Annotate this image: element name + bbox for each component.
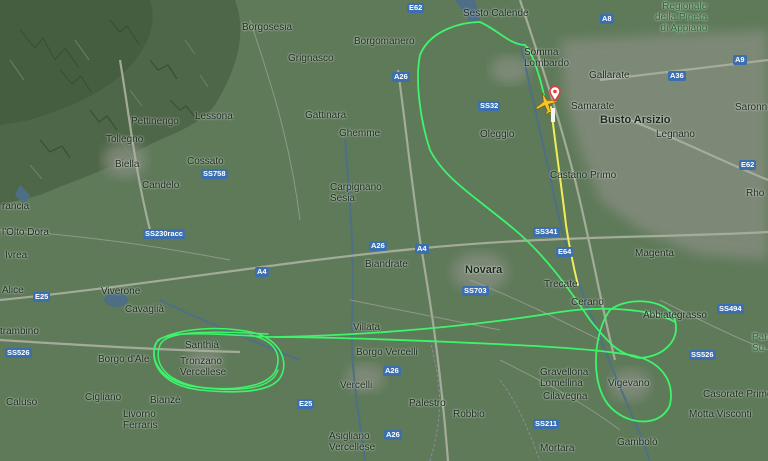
- road-shield-a26-mid: A26: [369, 241, 387, 251]
- place-biella: Biella: [115, 159, 140, 170]
- road-shield-e62-east: E62: [739, 160, 757, 170]
- road-shield-ss526-east: SS526: [689, 350, 716, 360]
- place-candelo: Candelo: [142, 180, 180, 191]
- place-busto-arsizio: Busto Arsizio: [600, 114, 671, 126]
- place-cossato: Cossato: [187, 156, 224, 167]
- road-shield-ss703: SS703: [462, 286, 489, 296]
- place-cilavegna: Cilavegna: [543, 391, 588, 402]
- place-parco-pineta-appiano: Regionale della Pineta di Appiano: [655, 1, 708, 34]
- road-shield-a4-west: A4: [255, 267, 269, 277]
- place-lessona: Lessona: [195, 111, 233, 122]
- place-cigliano: Cigliano: [85, 392, 122, 403]
- place-borgosesia: Borgosesia: [242, 22, 293, 33]
- place-magenta: Magenta: [635, 248, 674, 259]
- place-borgo-vercelli: Borgo Vercelli: [356, 347, 418, 358]
- road-shield-a26-south: A26: [383, 366, 401, 376]
- airport-pin-icon[interactable]: [549, 86, 561, 102]
- place-samarate: Samarate: [571, 101, 615, 112]
- place-caluso: Caluso: [6, 397, 38, 408]
- road-shield-e62: E62: [407, 3, 425, 13]
- flight-track-map[interactable]: Borgosesia Sesto Calende Borgomanero Gri…: [0, 0, 768, 461]
- place-asigliano-vercellese: Asigliano Vercellese: [329, 431, 376, 453]
- road-shield-ss230racc: SS230racc: [143, 229, 185, 239]
- place-grignasco: Grignasco: [288, 53, 334, 64]
- place-biandrate: Biandrate: [365, 259, 408, 270]
- road-shield-ss341: SS341: [533, 227, 560, 237]
- place-motta-visconti: Motta Visconti: [689, 409, 752, 420]
- place-gambolo: Gambolò: [617, 437, 658, 448]
- place-sesto-calende: Sesto Calende: [463, 8, 529, 19]
- road-shield-ss526-west: SS526: [5, 348, 32, 358]
- road-shield-a8: A8: [600, 14, 614, 24]
- place-bianze: Bianzè: [150, 395, 181, 406]
- place-vigevano: Vigevano: [608, 378, 650, 389]
- road-shield-a26-bottom: A26: [384, 430, 402, 440]
- place-dolto-dora: l'Olto Dora: [2, 227, 49, 238]
- place-santhia: Santhià: [185, 340, 219, 351]
- place-castano-primo: Castano Primo: [550, 170, 617, 181]
- place-francia: rancia: [2, 201, 30, 212]
- place-casorate-primo: Casorate Primo: [703, 389, 768, 400]
- place-gallarate: Gallarate: [589, 70, 630, 81]
- place-pettinengo: Pettinengo: [131, 116, 179, 127]
- road-shield-ss211: SS211: [533, 419, 560, 429]
- place-saronno: Saronno: [735, 102, 768, 113]
- place-borgomanero: Borgomanero: [354, 36, 415, 47]
- road-shield-ss758: SS758: [201, 169, 228, 179]
- place-somma-lombardo: Somma Lombardo: [524, 47, 570, 69]
- place-novara: Novara: [465, 264, 503, 276]
- place-trecate: Trecate: [544, 279, 578, 290]
- place-cavaglia: Cavaglià: [125, 304, 164, 315]
- place-villata: Villata: [353, 322, 381, 333]
- place-rho: Rho: [746, 188, 765, 199]
- place-palestro: Palestro: [409, 398, 446, 409]
- place-cerano: Cerano: [571, 297, 604, 308]
- place-livorno-ferraris: Livorno Ferraris: [123, 409, 158, 431]
- place-oleggio: Oleggio: [480, 129, 515, 140]
- place-robbio: Robbio: [453, 409, 485, 420]
- place-parco-sud: Parc Su: [752, 332, 768, 354]
- place-legnano: Legnano: [656, 129, 695, 140]
- road-shield-a36: A36: [668, 71, 686, 81]
- place-mortara: Mortara: [540, 443, 575, 454]
- road-shield-a9: A9: [733, 55, 747, 65]
- place-gravellona-lomellina: Gravellona Lomellina: [540, 367, 589, 389]
- place-viverone: Viverone: [101, 286, 141, 297]
- road-shield-a26: A26: [392, 72, 410, 82]
- runway-icon: [551, 108, 555, 122]
- place-gattinara: Gattinara: [305, 110, 347, 121]
- place-tronzano-vercellese: Tronzano Vercellese: [180, 356, 227, 378]
- road-shield-ss494: SS494: [717, 304, 744, 314]
- place-ghemme: Ghemme: [339, 128, 381, 139]
- place-vercelli: Vercelli: [340, 380, 373, 391]
- road-shield-ss32: SS32: [478, 101, 501, 111]
- place-strambino: trambino: [0, 326, 39, 337]
- place-tollegno: Tollegno: [106, 134, 144, 145]
- road-shield-e64: E64: [556, 247, 574, 257]
- place-carpignano-sesia: Carpignano Sesia: [330, 182, 382, 204]
- road-shield-a4: A4: [415, 244, 429, 254]
- road-shield-e25-south: E25: [297, 399, 315, 409]
- place-borgo-dale: Borgo d'Ale: [98, 354, 150, 365]
- place-ivrea: Ivrea: [5, 250, 28, 261]
- road-shield-e25: E25: [33, 292, 51, 302]
- place-alice: Alice: [2, 285, 24, 296]
- place-abbiategrasso: Abbiategrasso: [643, 310, 707, 321]
